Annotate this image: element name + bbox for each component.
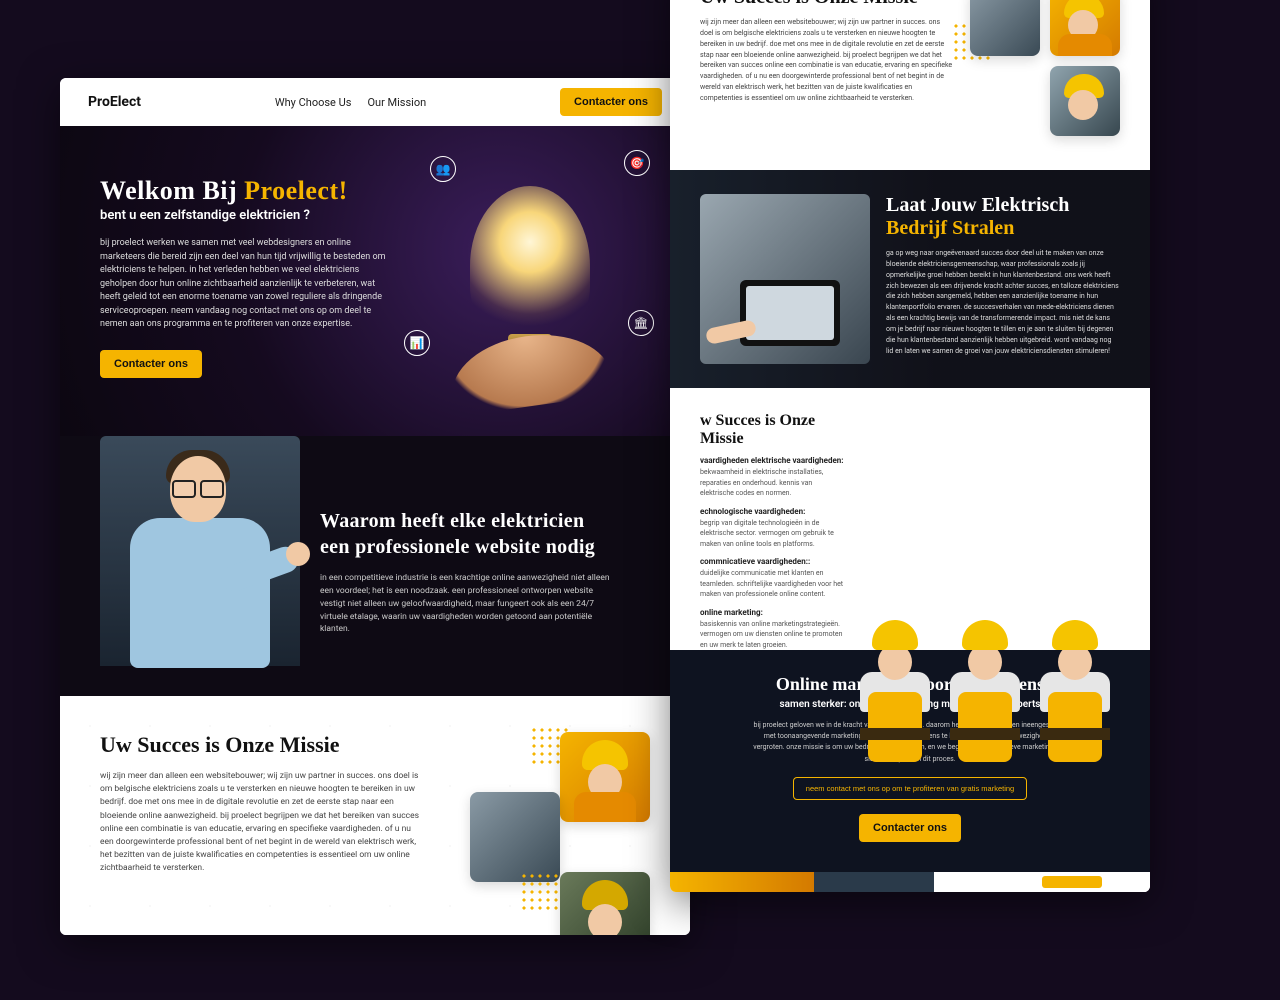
people-icon: 👥 xyxy=(430,156,456,182)
pointing-man-graphic xyxy=(110,446,290,666)
mission-title-r: Uw Succes is Onze Missie xyxy=(700,0,954,9)
thumb-electrician-3 xyxy=(560,872,650,935)
mission-images xyxy=(450,732,650,875)
mission-body-r: wij zijn meer dan alleen een websitebouw… xyxy=(700,17,954,104)
tablet-image xyxy=(700,194,870,364)
why-image xyxy=(100,436,300,666)
shine-title-accent: Bedrijf Stralen xyxy=(886,217,1014,239)
chart-icon: 📊 xyxy=(404,330,430,356)
why-body: in een competitieve industrie is een kra… xyxy=(320,572,620,636)
skills-title: w Succes is Onze Missie xyxy=(700,412,844,448)
why-title: Waarom heeft elke elektricien een profes… xyxy=(320,508,610,560)
skill-body: bekwaamheid in elektrische installaties,… xyxy=(700,467,844,499)
skill-body: duidelijke communicatie met klanten en t… xyxy=(700,568,844,600)
target-icon: 🎯 xyxy=(624,150,650,176)
skill-body: basiskennis van online marketingstrategi… xyxy=(700,619,844,651)
shine-title-pre: Laat Jouw Elektrisch xyxy=(886,194,1069,216)
bank-icon: 🏛 xyxy=(628,310,654,336)
hero-section: Welkom Bij Proelect! bent u een zelfstan… xyxy=(60,126,690,436)
dots-accent-icon xyxy=(520,872,560,912)
skill-heading: vaardigheden elektrische vaardigheden: xyxy=(700,456,844,465)
header: ProElect Why Choose Us Our Mission Conta… xyxy=(60,78,690,126)
mission-images-r xyxy=(970,0,1120,146)
lightbulb-icon xyxy=(470,186,590,346)
shine-title: Laat Jouw Elektrisch Bedrijf Stralen xyxy=(886,194,1120,240)
hero-graphic: 👥 🎯 📊 🏛 xyxy=(410,176,650,396)
hero-subtitle: bent u een zelfstandige elektricien ? xyxy=(100,208,390,223)
skill-item: online marketing: basiskennis van online… xyxy=(700,608,844,651)
hero-title: Welkom Bij Proelect! xyxy=(100,176,390,206)
thumb-electrician-1 xyxy=(560,732,650,822)
mission-section: Uw Succes is Onze Missie wij zijn meer d… xyxy=(60,696,690,935)
skill-item: echnologische vaardigheden: begrip van d… xyxy=(700,507,844,550)
mission-section-top: Uw Succes is Onze Missie wij zijn meer d… xyxy=(670,0,1150,170)
skill-item: vaardigheden elektrische vaardigheden: b… xyxy=(700,456,844,499)
hero-body: bij proelect werken we samen met veel we… xyxy=(100,237,390,332)
skill-item: commnicatieve vaardigheden:: duidelijke … xyxy=(700,557,844,600)
nav-our-mission[interactable]: Our Mission xyxy=(367,96,426,109)
cta-outline-button[interactable]: neem contact met ons op om te profiteren… xyxy=(793,777,1027,800)
hero-cta-button[interactable]: Contacter ons xyxy=(100,350,202,378)
skill-heading: echnologische vaardigheden: xyxy=(700,507,844,516)
skill-heading: commnicatieve vaardigheden:: xyxy=(700,557,844,566)
shine-section: Laat Jouw Elektrisch Bedrijf Stralen ga … xyxy=(670,170,1150,388)
nav-why-choose-us[interactable]: Why Choose Us xyxy=(275,96,352,109)
mockup-page-left: ProElect Why Choose Us Our Mission Conta… xyxy=(60,78,690,935)
three-workers-image xyxy=(860,412,1120,612)
skill-body: begrip van digitale technologieën in de … xyxy=(700,518,844,550)
nav: Why Choose Us Our Mission xyxy=(275,96,426,109)
thumb-r1 xyxy=(970,0,1040,56)
mockup-page-right: Uw Succes is Onze Missie wij zijn meer d… xyxy=(670,0,1150,892)
brand-logo[interactable]: ProElect xyxy=(88,94,141,110)
mission-title: Uw Succes is Onze Missie xyxy=(100,732,430,758)
cta-accent-button[interactable]: Contacter ons xyxy=(859,814,961,842)
hand-graphic xyxy=(446,325,614,417)
footer-chip xyxy=(1042,876,1102,888)
thumb-r2 xyxy=(1050,0,1120,56)
mission-body: wij zijn meer dan alleen een websitebouw… xyxy=(100,770,420,875)
why-section: Waarom heeft elke elektricien een profes… xyxy=(60,436,690,696)
hero-title-pre: Welkom Bij xyxy=(100,176,244,205)
hero-title-accent: Proelect! xyxy=(244,176,348,205)
footer-strip xyxy=(670,872,1150,892)
skills-section: w Succes is Onze Missie vaardigheden ele… xyxy=(670,388,1150,650)
shine-body: ga op weg naar ongeëvenaard succes door … xyxy=(886,248,1120,356)
thumb-electrician-2 xyxy=(470,792,560,882)
header-cta-button[interactable]: Contacter ons xyxy=(560,88,662,116)
skill-heading: online marketing: xyxy=(700,608,844,617)
thumb-r3 xyxy=(1050,66,1120,136)
